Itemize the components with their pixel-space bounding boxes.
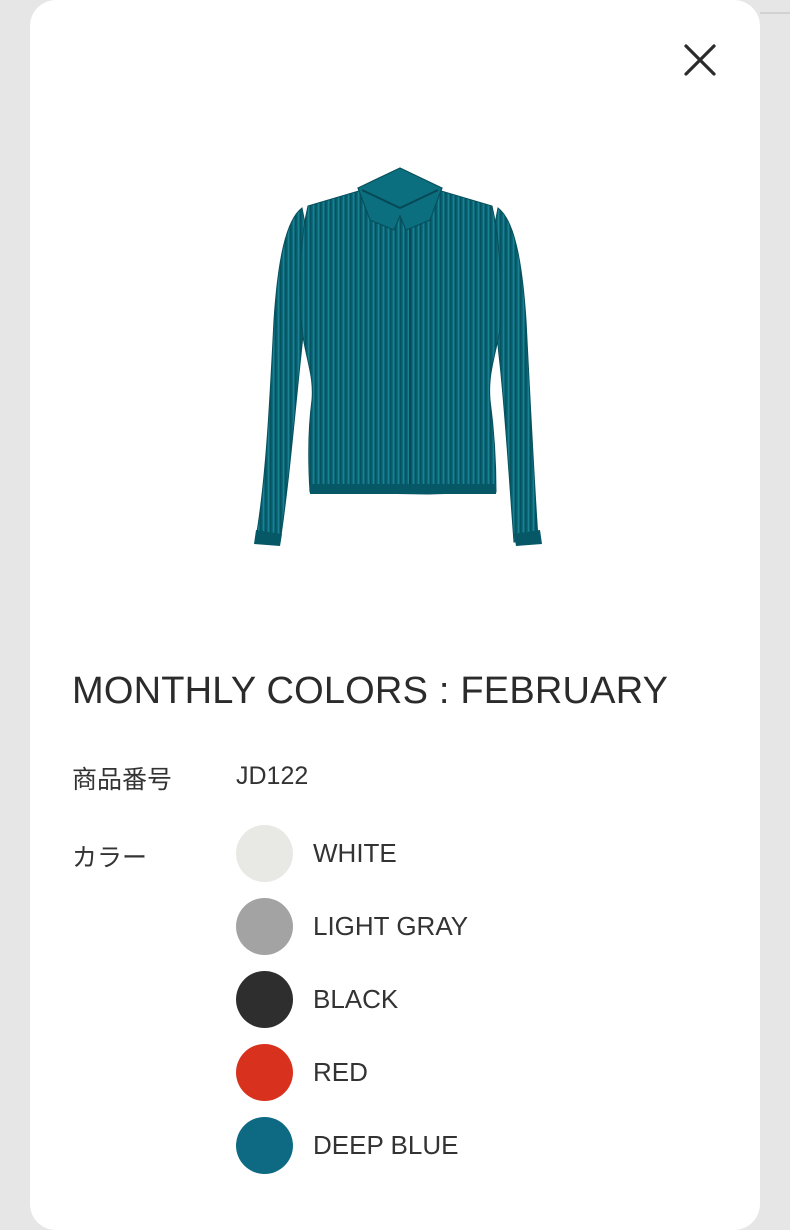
product-code-value: JD122: [236, 762, 309, 790]
color-option-white[interactable]: WHITE: [236, 824, 616, 882]
color-swatch-light-gray[interactable]: [236, 897, 293, 955]
color-option-deep-blue[interactable]: DEEP BLUE: [236, 1116, 616, 1174]
color-name: BLACK: [313, 983, 399, 1014]
product-title: MONTHLY COLORS : FEBRUARY: [72, 670, 669, 712]
close-icon[interactable]: [678, 40, 718, 80]
color-swatch-black[interactable]: [236, 970, 293, 1028]
color-option-red[interactable]: RED: [236, 1043, 616, 1101]
color-option-light-gray[interactable]: LIGHT GRAY: [236, 897, 616, 955]
product-image: [254, 167, 542, 546]
backdrop-edge: [760, 0, 790, 14]
color-swatch-deep-blue[interactable]: [236, 1116, 293, 1174]
color-option-black[interactable]: BLACK: [236, 970, 616, 1028]
color-swatch-white[interactable]: [236, 824, 293, 882]
color-name: LIGHT GRAY: [313, 910, 469, 941]
color-name: WHITE: [313, 837, 397, 868]
color-swatch-red[interactable]: [236, 1043, 293, 1101]
product-modal: MONTHLY COLORS : FEBRUARY 商品番号 JD122 カラー…: [30, 0, 760, 1230]
color-label: カラー: [72, 844, 148, 872]
color-name: RED: [313, 1056, 368, 1087]
close-button[interactable]: [678, 40, 718, 80]
product-code-label: 商品番号: [72, 766, 173, 794]
color-name: DEEP BLUE: [313, 1129, 459, 1160]
